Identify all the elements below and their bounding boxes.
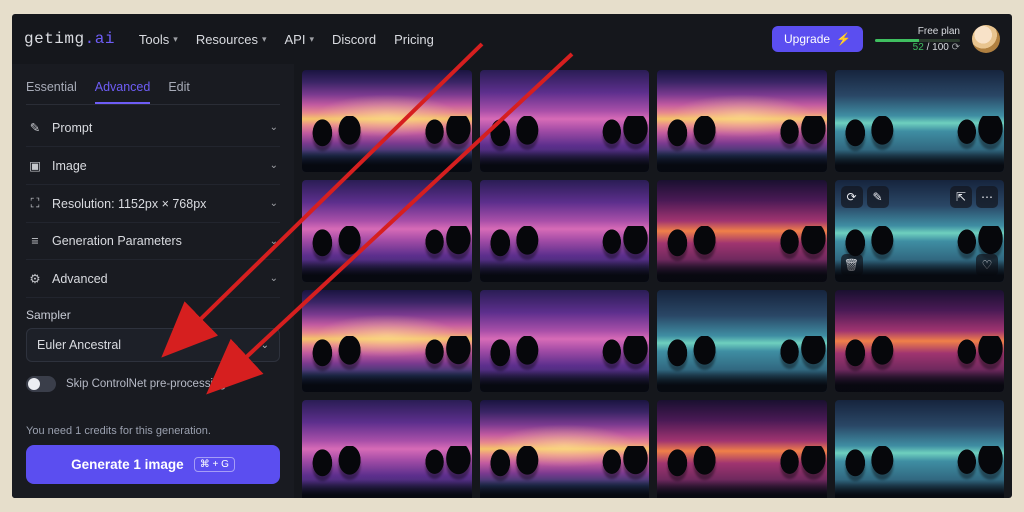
gallery-grid: ⟳ ✎ ⇱ ⋯ 🗑 ♡: [302, 70, 1004, 498]
thumb[interactable]: [657, 290, 827, 392]
nav-api[interactable]: API ▾: [284, 32, 314, 47]
thumb[interactable]: [302, 290, 472, 392]
plan-label: Free plan: [875, 26, 960, 37]
logo[interactable]: getimg.ai: [24, 30, 115, 48]
thumb[interactable]: [302, 400, 472, 498]
chevron-down-icon: ▾: [262, 34, 267, 45]
acc-prompt-label: Prompt: [52, 121, 92, 135]
sidebar-tabs: Essential Advanced Edit: [26, 72, 280, 105]
nav-tools-label: Tools: [139, 32, 169, 47]
generate-shortcut: ⌘ + G: [194, 457, 235, 472]
logo-text-a: getimg: [24, 30, 85, 48]
header: getimg.ai Tools ▾ Resources ▾ API ▾ Discord…: [12, 14, 1012, 64]
sampler-select[interactable]: Euler Ancestral ⌄: [26, 328, 280, 362]
heart-icon[interactable]: ♡: [976, 254, 998, 276]
nav-tools[interactable]: Tools ▾: [139, 32, 178, 47]
chevron-down-icon: ⌄: [270, 198, 278, 209]
credits-total: 100: [932, 42, 949, 53]
thumb[interactable]: [302, 180, 472, 282]
plan-count: 52 / 100 ⟳: [875, 42, 960, 53]
more-icon[interactable]: ⋯: [976, 186, 998, 208]
nav-pricing-label: Pricing: [394, 32, 434, 47]
thumb[interactable]: [480, 400, 650, 498]
nav-resources-label: Resources: [196, 32, 258, 47]
sampler-label: Sampler: [26, 308, 280, 322]
nav-discord[interactable]: Discord: [332, 32, 376, 47]
main: Essential Advanced Edit ✎ Prompt ⌄ ▣ Ima…: [12, 64, 1012, 498]
thumb[interactable]: [302, 70, 472, 172]
tab-advanced[interactable]: Advanced: [95, 72, 151, 104]
nav-resources[interactable]: Resources ▾: [196, 32, 267, 47]
thumb[interactable]: [835, 290, 1005, 392]
credits-sep: /: [924, 42, 932, 53]
thumb[interactable]: [480, 290, 650, 392]
chevron-down-icon: ⌄: [261, 340, 269, 351]
thumb[interactable]: [480, 70, 650, 172]
acc-resolution-label: Resolution: 1152px × 768px: [52, 197, 206, 211]
generate-button[interactable]: Generate 1 image ⌘ + G: [26, 445, 280, 484]
credits-note: You need 1 credits for this generation.: [26, 425, 280, 437]
thumb[interactable]: [835, 70, 1005, 172]
thumb-hover[interactable]: ⟳ ✎ ⇱ ⋯ 🗑 ♡: [835, 180, 1005, 282]
thumb[interactable]: [657, 180, 827, 282]
pencil-icon: ✎: [28, 120, 42, 135]
acc-image[interactable]: ▣ Image ⌄: [26, 147, 280, 185]
logo-dot: .: [85, 30, 95, 48]
image-icon: ▣: [28, 158, 42, 173]
chevron-down-icon: ⌄: [270, 160, 278, 171]
edit-icon[interactable]: ✎: [867, 186, 889, 208]
logo-text-b: ai: [95, 30, 115, 48]
generate-label: Generate 1 image: [71, 457, 184, 472]
avatar[interactable]: [972, 25, 1000, 53]
upgrade-label: Upgrade: [784, 32, 830, 46]
tab-essential[interactable]: Essential: [26, 72, 77, 104]
thumb[interactable]: [480, 180, 650, 282]
plan-meter: Free plan 52 / 100 ⟳: [875, 26, 960, 53]
thumb[interactable]: [835, 400, 1005, 498]
delete-icon[interactable]: 🗑: [841, 254, 863, 276]
credits-used: 52: [913, 42, 924, 53]
chevron-down-icon: ⌄: [270, 236, 278, 247]
acc-image-label: Image: [52, 159, 87, 173]
acc-genparams[interactable]: ≡ Generation Parameters ⌄: [26, 223, 280, 260]
toggle-knob: [28, 378, 40, 390]
refresh-icon: ⟳: [952, 42, 960, 53]
nav: Tools ▾ Resources ▾ API ▾ Discord Pricing: [139, 32, 434, 47]
resize-icon: ⛶: [28, 196, 42, 211]
toggle-skip-controlnet[interactable]: [26, 376, 56, 392]
chevron-down-icon: ▾: [173, 34, 178, 45]
acc-prompt[interactable]: ✎ Prompt ⌄: [26, 109, 280, 147]
chevron-down-icon: ⌄: [270, 273, 278, 284]
gear-icon: ⚙: [28, 271, 42, 286]
bolt-icon: ⚡: [836, 32, 851, 46]
acc-advanced[interactable]: ⚙ Advanced ⌄: [26, 260, 280, 298]
chevron-down-icon: ▾: [309, 34, 314, 45]
header-right: Upgrade ⚡ Free plan 52 / 100 ⟳: [772, 25, 1000, 53]
gallery: ⟳ ✎ ⇱ ⋯ 🗑 ♡: [294, 64, 1012, 498]
toggle-skip-controlnet-label: Skip ControlNet pre-processing: [66, 378, 226, 390]
sliders-icon: ≡: [28, 234, 42, 248]
app-window: getimg.ai Tools ▾ Resources ▾ API ▾ Discord…: [12, 14, 1012, 498]
chevron-down-icon: ⌄: [270, 122, 278, 133]
thumb[interactable]: [657, 400, 827, 498]
sidebar-footer: You need 1 credits for this generation. …: [26, 413, 280, 484]
sampler-value: Euler Ancestral: [37, 338, 121, 352]
thumb[interactable]: [657, 70, 827, 172]
reuse-icon[interactable]: ⟳: [841, 186, 863, 208]
acc-advanced-label: Advanced: [52, 272, 108, 286]
acc-genparams-label: Generation Parameters: [52, 234, 182, 248]
upscale-icon[interactable]: ⇱: [950, 186, 972, 208]
acc-resolution[interactable]: ⛶ Resolution: 1152px × 768px ⌄: [26, 185, 280, 223]
toggle-skip-controlnet-row: Skip ControlNet pre-processing: [26, 376, 280, 392]
sidebar: Essential Advanced Edit ✎ Prompt ⌄ ▣ Ima…: [12, 64, 294, 498]
nav-discord-label: Discord: [332, 32, 376, 47]
nav-pricing[interactable]: Pricing: [394, 32, 434, 47]
thumb-overlay: ⟳ ✎ ⇱ ⋯ 🗑 ♡: [835, 180, 1005, 282]
nav-api-label: API: [284, 32, 305, 47]
tab-edit[interactable]: Edit: [168, 72, 190, 104]
upgrade-button[interactable]: Upgrade ⚡: [772, 26, 863, 52]
